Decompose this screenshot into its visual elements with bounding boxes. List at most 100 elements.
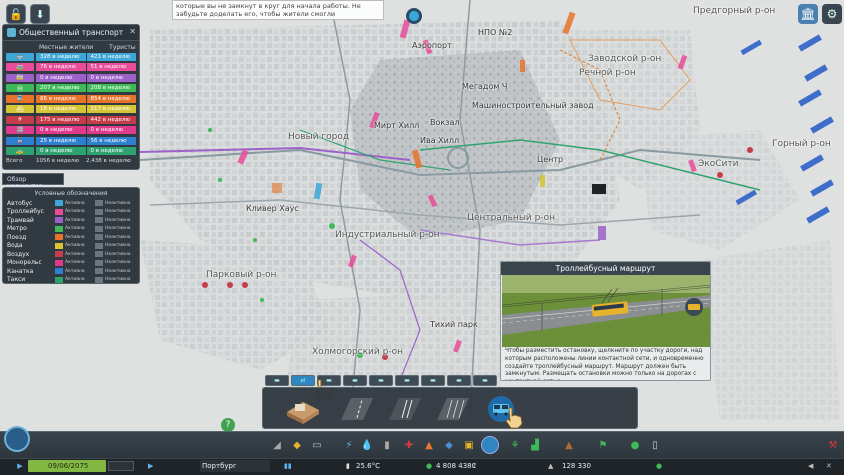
transport-row[interactable]: 🚝 0 в неделю 0 в неделю [6,126,136,136]
education-icon[interactable]: ▣ [462,438,476,452]
police-icon[interactable]: ◆ [442,438,456,452]
trolleybus-description: Чтобы разместить остановку, щелкните по … [505,348,704,380]
transport-row[interactable]: Ⓜ 207 в неделю 208 в неделю [6,84,136,94]
legend-row: Вода Активна Неактивна [3,242,139,251]
transport-row[interactable]: 🚡 25 в неделю 56 в неделю [6,136,136,146]
bus-icon: 🚌 [6,52,34,61]
transport-row[interactable]: ⛴ 18 в неделю 217 в неделю [6,105,136,115]
transport-row[interactable]: ✈ 175 в неделю 442 в неделю [6,115,136,125]
road-tile-2-icon[interactable] [385,392,425,426]
map-label-park: Парковый р-он [206,270,277,280]
water-icon[interactable]: 💧 [360,438,374,452]
total-residents: 1056 в неделю [36,158,80,164]
legend-active-label: Активна [65,260,85,266]
stats-icon[interactable]: ◀ [808,460,822,472]
beautification-icon[interactable]: ⚘ [508,438,522,452]
tab-bus[interactable]: ▬ [265,375,289,386]
legend-inactive-label: Неактивна [105,209,131,215]
transport-row[interactable]: 🚋 0 в неделю 0 в неделю [6,73,136,83]
landscaping-icon[interactable]: ▲ [562,438,576,452]
residents-value: 18 в неделю [36,105,86,114]
legend-inactive-swatch [95,208,103,215]
col-tourists: Туристы [109,44,136,51]
legend-inactive-label: Неактивна [105,251,131,257]
map-label-factory: Машиностроительный завод [472,101,594,110]
date-display: 09/06/2075 [28,460,106,472]
legend-inactive-swatch [95,234,103,241]
public-transport-icon[interactable] [481,436,499,454]
legend-row: Троллейбус Активна Неактивна [3,208,139,217]
close-icon[interactable]: ✕ [129,27,136,36]
trolleybus-preview-image [502,275,710,347]
legend-inactive-label: Неактивна [105,200,131,206]
legend-name: Такси [7,276,26,284]
legend-active-label: Активна [65,234,85,240]
legend-name: Поезд [7,233,27,241]
money-icon[interactable]: ● [628,438,642,452]
legend-inactive-label: Неактивна [105,260,131,266]
chirper-icon[interactable]: 🏛 [798,4,818,24]
transport-row[interactable]: 🚌 328 в неделю 421 в неделю [6,52,136,62]
fire-icon[interactable]: ▲ [422,438,436,452]
tab-metro[interactable]: ▬ [343,375,367,386]
legend-active-swatch [55,259,63,266]
close-panel-icon[interactable]: ✕ [826,460,840,472]
tourists-value: 56 в неделю [86,136,136,145]
legend-active-label: Активна [65,209,85,215]
zoning-icon[interactable]: ◢ [270,438,284,452]
map-label-ecocity: ЭкоСити [698,159,739,169]
tourists-value: 0 в неделю [86,73,136,82]
legend-row: Метро Активна Неактивна [3,225,139,234]
transport-total-row: Всего 1056 в неделю 2,438 в неделю [3,157,139,165]
monuments-icon[interactable]: ▟ [528,438,542,452]
tab-cablecar[interactable]: ▬ [473,375,497,386]
cablecar-icon: 🚡 [6,136,34,145]
unlock-icon[interactable]: 🔓 [6,4,26,24]
map-label-holmogorsky: Холмогорский р-он [312,347,403,357]
trolleybus-icon: 🚎 [6,63,34,72]
speed-play-icon[interactable]: ▶ [148,460,158,472]
city-name[interactable]: Портбург [200,460,270,472]
tourists-value: 854 в неделю [86,94,136,103]
gear-icon[interactable]: ⚙ [822,4,842,24]
road-tile-3-icon[interactable] [433,392,473,426]
legend-inactive-swatch [95,200,103,207]
tab-ship[interactable]: ▬ [395,375,419,386]
road-tile-1-icon[interactable] [337,392,377,426]
healthcare-icon[interactable]: ✚ [402,438,416,452]
electricity-icon[interactable]: ⚡ [342,438,356,452]
download-icon[interactable]: ⬇ [30,4,50,24]
legend-inactive-swatch [95,259,103,266]
routes-overview-button[interactable]: Обзор маршрутов [2,173,64,190]
transport-row[interactable]: 🚆 86 в неделю 854 в неделю [6,94,136,104]
legend-active-label: Активна [65,277,85,283]
tab-monorail[interactable]: ▬ [447,375,471,386]
pause-icon[interactable]: ▶ [14,460,26,472]
legend-inactive-swatch [95,268,103,275]
map-label-central: Центральный р-он [467,213,555,223]
bulldoze-corner-icon[interactable]: ⚒ [826,438,840,452]
total-tourists: 2,438 в неделю [86,158,131,164]
chart-icon[interactable]: ▮▮ [284,460,302,472]
legend-name: Автобус [7,199,33,207]
bulldozer-icon[interactable]: ⚑ [596,438,610,452]
help-icon[interactable]: ? [221,418,235,432]
globe-icon[interactable] [4,426,30,452]
metro-icon: Ⓜ [6,84,34,93]
tab-train[interactable]: ▬ [369,375,393,386]
legend-name: Воздух [7,250,30,258]
districts-icon[interactable]: ◆ [290,438,304,452]
policies-icon[interactable]: ▯ [648,438,662,452]
residents-value: 0 в неделю [36,126,86,135]
depot-building-icon[interactable] [283,392,323,426]
legend-row: Воздух Активна Неактивна [3,250,139,259]
tab-plane[interactable]: ▬ [421,375,445,386]
transport-row[interactable]: 🚎 76 в неделю 51 в неделю [6,63,136,73]
speed-control[interactable] [108,461,134,471]
legend-name: Канатка [7,267,34,275]
garbage-icon[interactable]: ▮ [380,438,394,452]
transport-row[interactable]: 🚕 0 в неделю 0 в неделю [6,147,136,157]
roads-icon[interactable]: ▭ [310,438,324,452]
map-label-predgorny: Предгорный р-он [693,6,776,16]
hand-cursor-palette-icon [505,407,523,429]
